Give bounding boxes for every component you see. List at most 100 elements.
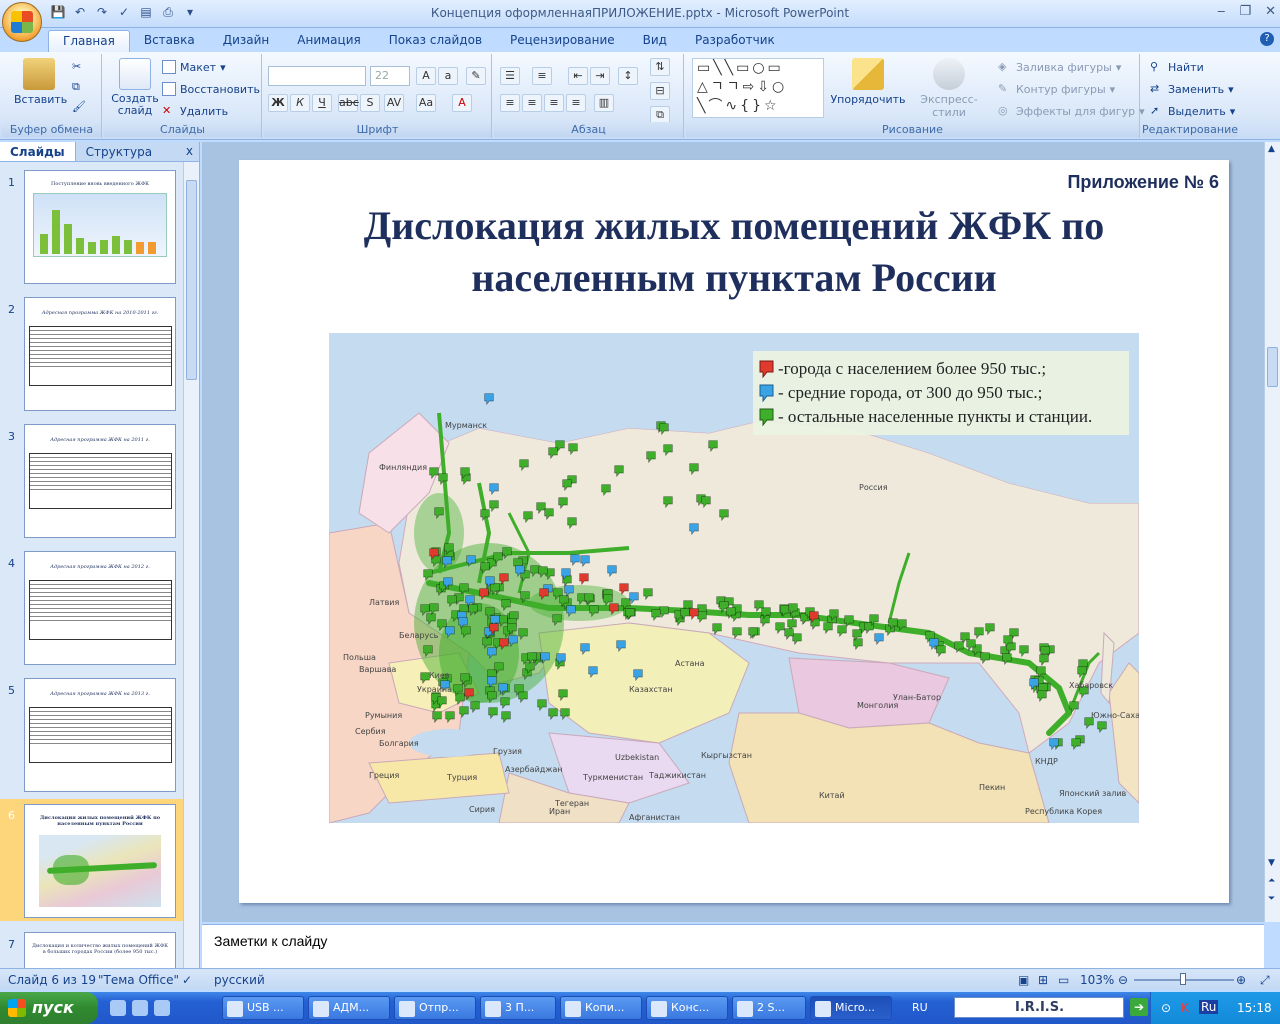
- media-icon[interactable]: [154, 1000, 170, 1016]
- show-desktop-icon[interactable]: [110, 1000, 126, 1016]
- help-icon[interactable]: ?: [1260, 32, 1274, 46]
- tray-icon-2[interactable]: K: [1181, 1001, 1189, 1015]
- tab-home[interactable]: Главная: [48, 30, 130, 52]
- slideshow-view-icon[interactable]: ▭: [1058, 973, 1069, 987]
- zoom-out-icon[interactable]: ⊖: [1118, 973, 1128, 987]
- font-name-combo[interactable]: [268, 66, 366, 86]
- arrange-button[interactable]: Упорядочить: [828, 58, 908, 106]
- slides-pane-scrollbar[interactable]: [183, 162, 199, 968]
- slide-canvas[interactable]: Приложение № 6 Дислокация жилых помещени…: [239, 160, 1229, 903]
- find-button[interactable]: ⚲ Найти: [1150, 60, 1204, 74]
- slide-thumbnail-5[interactable]: Адресная программа ЖФК на 2013 г.: [24, 678, 176, 792]
- strikethrough-icon[interactable]: abc: [338, 94, 359, 112]
- theme-name[interactable]: "Тема Office": [98, 973, 179, 987]
- tab-outline[interactable]: Структура: [76, 142, 162, 161]
- shape-outline-button[interactable]: ✎ Контур фигуры ▾: [998, 82, 1115, 96]
- case-icon[interactable]: Aa: [416, 94, 436, 112]
- slide-thumb-row-3[interactable]: 3 Адресная программа ЖФК на 2011 г.: [0, 420, 184, 540]
- tab-slideshow[interactable]: Показ слайдов: [375, 30, 496, 52]
- slide-thumb-row-6[interactable]: 6 Дислокация жилых помещений ЖФК по насе…: [0, 799, 184, 921]
- align-text-icon[interactable]: ⊟: [650, 82, 670, 100]
- shrink-font-icon[interactable]: a: [438, 67, 458, 85]
- decrease-indent-icon[interactable]: ⇤: [568, 67, 588, 85]
- notes-pane[interactable]: Заметки к слайду: [202, 924, 1264, 968]
- format-painter-icon[interactable]: 🖌: [72, 100, 86, 113]
- reset-button[interactable]: Восстановить: [162, 82, 260, 96]
- select-button[interactable]: ➚ Выделить ▾: [1150, 104, 1235, 118]
- appendix-label[interactable]: Приложение № 6: [1067, 172, 1219, 193]
- ie-icon[interactable]: [132, 1000, 148, 1016]
- prev-slide-icon[interactable]: ⏶: [1268, 876, 1275, 886]
- tab-design[interactable]: Дизайн: [209, 30, 284, 52]
- cut-icon[interactable]: ✂: [72, 60, 81, 73]
- close-pane-icon[interactable]: x: [186, 144, 193, 158]
- slide-thumbnail-1[interactable]: Поступление вновь введенного ЖФК: [24, 170, 176, 284]
- paste-button[interactable]: Вставить: [14, 58, 67, 106]
- fit-window-icon[interactable]: ⤢: [1260, 973, 1270, 988]
- tab-animation[interactable]: Анимация: [283, 30, 374, 52]
- sorter-view-icon[interactable]: ⊞: [1038, 973, 1048, 987]
- taskbar-item-copy[interactable]: Копи...: [560, 996, 642, 1020]
- zoom-in-icon[interactable]: ⊕: [1236, 973, 1246, 987]
- zoom-level[interactable]: 103%: [1080, 973, 1114, 987]
- copy-icon[interactable]: ⧉: [72, 80, 80, 94]
- layout-button[interactable]: Макет ▾: [162, 60, 226, 74]
- normal-view-icon[interactable]: ▣: [1018, 973, 1029, 987]
- shape-effects-button[interactable]: ◎ Эффекты для фигур ▾: [998, 104, 1145, 118]
- tab-slides[interactable]: Слайды: [0, 142, 76, 161]
- taskbar-item-powerpoint[interactable]: Micro...: [810, 996, 892, 1020]
- taskbar-item-s[interactable]: 2 S...: [732, 996, 806, 1020]
- increase-indent-icon[interactable]: ⇥: [590, 67, 610, 85]
- shapes-gallery[interactable]: ▭╲╲▭○▭ △ㄱㄱ⇨⇩○ ╲⌒∿{}☆: [692, 58, 824, 118]
- scroll-up-icon[interactable]: ▲: [1268, 144, 1275, 154]
- quick-styles-button[interactable]: Экспресс-стили: [906, 58, 992, 119]
- delete-slide-button[interactable]: ✕ Удалить: [162, 104, 228, 118]
- shadow-icon[interactable]: S: [360, 94, 380, 112]
- replace-button[interactable]: ⇄ Заменить ▾: [1150, 82, 1234, 96]
- columns-icon[interactable]: ▥: [594, 94, 614, 112]
- slide-scrollbar-thumb[interactable]: [1267, 347, 1278, 387]
- tab-insert[interactable]: Вставка: [130, 30, 209, 52]
- slide-thumbnail-3[interactable]: Адресная программа ЖФК на 2011 г.: [24, 424, 176, 538]
- align-center-icon[interactable]: ≡: [522, 94, 542, 112]
- tray-icon-3[interactable]: Ru: [1199, 1000, 1219, 1014]
- underline-icon[interactable]: Ч: [312, 94, 332, 112]
- line-spacing-icon[interactable]: ↕: [618, 67, 638, 85]
- slide-thumb-row-1[interactable]: 1 Поступление вновь введенного ЖФК: [0, 166, 184, 286]
- minimize-button[interactable]: ‒: [1217, 4, 1225, 19]
- numbering-icon[interactable]: ≡: [532, 67, 552, 85]
- bold-icon[interactable]: Ж: [268, 94, 288, 112]
- tray-icon-1[interactable]: ⊙: [1161, 1001, 1171, 1015]
- language-indicator[interactable]: RU: [912, 1001, 928, 1014]
- slide-thumb-row-7[interactable]: 7 Дислокация и количество жилых помещени…: [0, 928, 184, 968]
- slide-thumb-row-5[interactable]: 5 Адресная программа ЖФК на 2013 г.: [0, 674, 184, 794]
- taskbar-item-cons[interactable]: Конс...: [646, 996, 728, 1020]
- align-right-icon[interactable]: ≡: [544, 94, 564, 112]
- slide-title[interactable]: Дислокация жилых помещений ЖФК по населе…: [239, 200, 1229, 304]
- tab-view[interactable]: Вид: [629, 30, 681, 52]
- tab-developer[interactable]: Разработчик: [681, 30, 789, 52]
- taskbar-item-folders[interactable]: 3 П...: [480, 996, 556, 1020]
- slide-thumbnail-4[interactable]: Адресная программа ЖФК на 2012 г.: [24, 551, 176, 665]
- go-arrow-icon[interactable]: ➔: [1130, 998, 1148, 1016]
- language[interactable]: русский: [214, 973, 265, 987]
- russia-map[interactable]: Финляндия Россия Латвия Беларусь Польша …: [329, 333, 1139, 823]
- grow-font-icon[interactable]: A: [416, 67, 436, 85]
- next-slide-icon[interactable]: ⏷: [1268, 894, 1275, 904]
- scroll-down-icon[interactable]: ▼: [1268, 858, 1275, 868]
- font-color-icon[interactable]: A: [452, 94, 472, 112]
- taskbar-item-send[interactable]: Отпр...: [394, 996, 476, 1020]
- maximize-button[interactable]: ❐: [1239, 4, 1251, 19]
- bullets-icon[interactable]: ☰: [500, 67, 520, 85]
- zoom-slider-knob[interactable]: [1180, 973, 1186, 985]
- close-button[interactable]: ✕: [1265, 4, 1276, 19]
- taskbar-item-usb[interactable]: USB ...: [222, 996, 304, 1020]
- slide-thumbnail-6[interactable]: Дислокация жилых помещений ЖФК по населе…: [24, 804, 176, 918]
- shape-fill-button[interactable]: ◈ Заливка фигуры ▾: [998, 60, 1121, 74]
- font-size-combo[interactable]: 22: [370, 66, 410, 86]
- italic-icon[interactable]: К: [290, 94, 310, 112]
- tab-review[interactable]: Рецензирование: [496, 30, 629, 52]
- slide-thumb-row-2[interactable]: 2 Адресная программа ЖФК на 2010-2011 гг…: [0, 293, 184, 413]
- slide-thumb-row-4[interactable]: 4 Адресная программа ЖФК на 2012 г.: [0, 547, 184, 667]
- spacing-icon[interactable]: AV: [384, 94, 404, 112]
